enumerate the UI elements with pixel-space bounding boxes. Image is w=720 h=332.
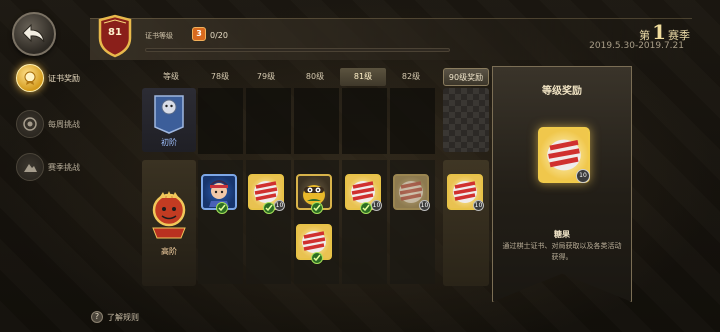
nav-label-season-challenge: 赛季挑战 — [48, 162, 80, 172]
item-count-badge: 10 — [274, 200, 285, 211]
exp-value: 0/20 — [210, 31, 228, 40]
claimed-check-icon — [311, 252, 323, 264]
nav-label-weekly-challenge: 每周挑战 — [48, 119, 80, 129]
basic-cell-82 — [390, 88, 435, 154]
exp-progress-bar — [145, 48, 450, 52]
nav-item-certificate-rewards[interactable]: 证书奖励 — [16, 64, 80, 92]
reward-item-character-80[interactable] — [296, 174, 332, 214]
mountain-icon — [16, 153, 44, 181]
back-arrow-icon — [22, 23, 45, 43]
exp-badge: 3 — [192, 27, 206, 41]
reward-item-candy-79[interactable]: 10 — [248, 174, 285, 214]
nav-label-certificate-rewards: 证书奖励 — [48, 73, 80, 83]
claimed-check-icon — [216, 202, 228, 214]
reward-item-avatar-78[interactable] — [201, 174, 237, 214]
nav-item-season-challenge[interactable]: 赛季挑战 — [16, 153, 80, 181]
reward-level-header[interactable]: 90级奖励 — [443, 68, 489, 86]
tier-column-header: 等级 — [163, 72, 179, 81]
tier-advanced-label: 高阶 — [161, 246, 177, 256]
advanced-tier-emblem-icon — [152, 190, 186, 238]
reward-item-candy-90[interactable]: 10 — [447, 174, 484, 211]
claimed-check-icon — [311, 202, 323, 214]
level-header-78: 78级 — [210, 72, 230, 81]
certificate-level: 81 — [108, 27, 122, 38]
basic-cell-78 — [198, 88, 243, 154]
level-header-80: 80级 — [305, 72, 325, 81]
level-badge: 81 — [96, 14, 134, 58]
item-count-badge: 10 — [371, 200, 382, 211]
claimed-check-icon — [360, 202, 372, 214]
claimed-check-icon — [263, 202, 275, 214]
target-icon — [16, 110, 44, 138]
reward-item-candy-81[interactable]: 10 — [345, 174, 382, 214]
back-button[interactable] — [12, 12, 56, 56]
basic-cell-80 — [294, 88, 339, 154]
certificate-level-label: 证书等级 — [145, 32, 173, 40]
season-dates: 2019.5.30-2019.7.21 — [589, 41, 684, 51]
item-count-badge: 10 — [419, 200, 430, 211]
basic-reward-cell-locked — [443, 88, 489, 152]
tier-basic: 初阶 — [142, 88, 196, 152]
level-header-81: 81级 — [340, 68, 386, 86]
question-icon: ? — [91, 311, 103, 323]
item-count-badge: 10 — [473, 200, 484, 211]
panel-item-count: 10 — [576, 169, 590, 183]
reward-item-candy-82[interactable]: 10 — [393, 174, 430, 211]
panel-item-preview: 10 — [538, 127, 590, 183]
basic-cell-79 — [246, 88, 291, 154]
reward-detail-panel — [492, 66, 632, 302]
tier-basic-label: 初阶 — [161, 137, 177, 147]
top-bar — [90, 18, 692, 60]
basic-tier-emblem-icon — [154, 94, 184, 134]
level-header-82: 82级 — [401, 72, 421, 81]
nav-item-weekly-challenge[interactable]: 每周挑战 — [16, 110, 80, 138]
level-header-79: 79级 — [256, 72, 276, 81]
help-label: 了解规则 — [107, 312, 139, 322]
basic-cell-81 — [342, 88, 387, 154]
panel-title: 等级奖励 — [542, 86, 582, 97]
reward-item-candy-80b[interactable] — [296, 224, 332, 264]
help-link[interactable]: ? 了解规则 — [91, 311, 139, 323]
certificate-icon — [16, 64, 44, 92]
panel-item-description: 通过棋士证书、对局获取以及各类活动获得。 — [502, 242, 622, 261]
tier-advanced: 高阶 — [142, 160, 196, 286]
panel-item-name: 糖果 — [554, 230, 570, 239]
